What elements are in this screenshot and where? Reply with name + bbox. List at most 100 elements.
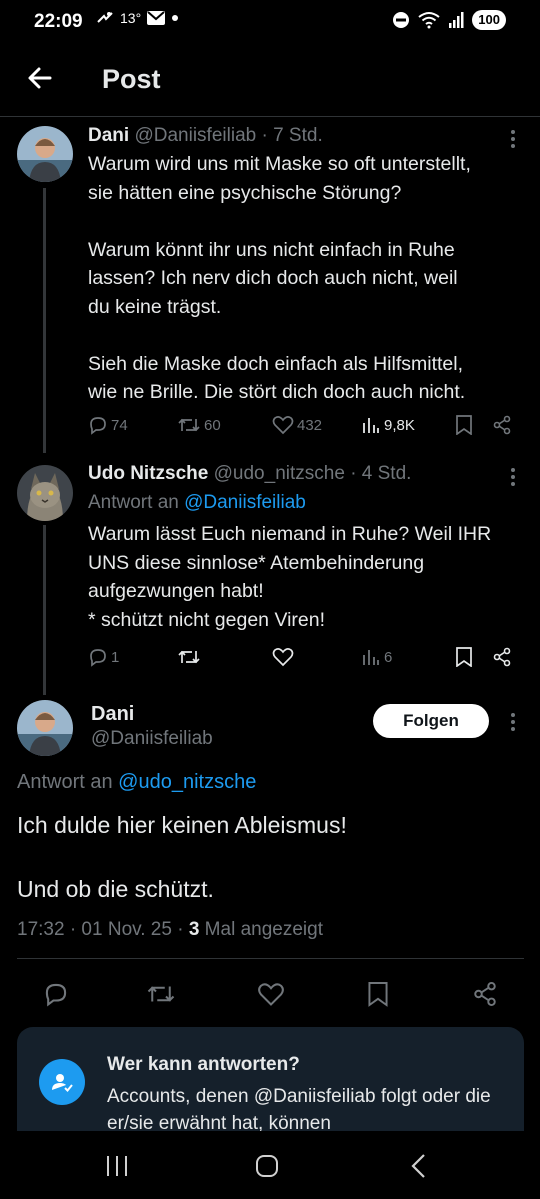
status-left-icons: 13° <box>96 10 179 26</box>
author-name[interactable]: Dani <box>88 125 129 146</box>
mail-icon <box>147 11 166 25</box>
author-handle[interactable]: @Daniisfeiliab <box>91 728 213 750</box>
reply-button[interactable] <box>43 981 69 1012</box>
tweet-line: aufgezwungen habt! <box>88 580 264 602</box>
repost-button[interactable] <box>146 981 176 1012</box>
avatar-image-dani <box>17 126 73 182</box>
who-can-reply-card: Wer kann antworten? Accounts, denen @Dan… <box>17 1027 524 1147</box>
tweet-line: Sieh die Maske doch einfach als Hilfsmit… <box>88 352 464 375</box>
views-button[interactable]: 9,8K <box>361 415 415 435</box>
repost-icon <box>178 650 200 664</box>
tweet-actions: 1 6 <box>0 645 540 671</box>
avatar[interactable] <box>17 700 73 756</box>
view-count: 9,8K <box>384 416 415 434</box>
dot-icon <box>172 15 179 21</box>
share-button[interactable] <box>472 981 498 1012</box>
reply-count: 74 <box>111 416 128 434</box>
bar-chart-icon <box>363 650 379 665</box>
bookmark-icon <box>456 647 472 667</box>
heart-icon <box>258 983 284 1006</box>
home-icon[interactable] <box>255 1154 279 1178</box>
reply-to-link[interactable]: @Daniisfeiliab <box>184 492 306 513</box>
status-right-icons: 100 <box>392 10 506 30</box>
recent-apps-icon[interactable] <box>105 1155 129 1177</box>
tweet-line <box>88 207 528 236</box>
post-datetime: 17:32 · 01 Nov. 25 · <box>17 919 184 940</box>
tweet-actions: 74 60 432 9,8K <box>0 413 540 439</box>
tweet-line: Warum lässt Euch niemand in Ruhe? Weil I… <box>88 523 492 545</box>
temperature-text: 13° <box>120 10 142 26</box>
status-time: 22:09 <box>34 11 83 32</box>
more-vertical-icon <box>511 713 515 731</box>
user-check-icon <box>39 1059 85 1105</box>
more-options-button[interactable] <box>503 127 523 151</box>
repost-button[interactable]: 60 <box>177 415 221 435</box>
author-handle[interactable]: @Daniisfeiliab <box>134 125 256 146</box>
follow-button[interactable]: Folgen <box>373 704 489 738</box>
reply-context: Antwort an @udo_nitzsche <box>17 771 256 794</box>
wifi-icon <box>418 12 440 29</box>
bookmark-icon <box>456 415 472 435</box>
like-button[interactable] <box>257 982 285 1012</box>
reply-icon <box>90 417 106 435</box>
share-button[interactable] <box>492 647 512 667</box>
heart-icon <box>272 416 294 435</box>
post-view-suffix: Mal angezeigt <box>204 919 323 940</box>
avatar-image-udo <box>17 465 73 521</box>
divider <box>17 958 524 959</box>
more-options-button[interactable] <box>503 465 523 489</box>
tweet-line <box>88 321 528 350</box>
bookmark-button[interactable] <box>367 981 389 1012</box>
reply-button[interactable]: 74 <box>88 415 128 435</box>
more-vertical-icon <box>511 468 515 486</box>
avatar[interactable] <box>17 126 73 182</box>
post-meta: 17:32 · 01 Nov. 25 · 3 Mal angezeigt <box>17 919 323 941</box>
author-name[interactable]: Udo Nitzsche <box>88 463 208 484</box>
tweet-line: du keine trägst. <box>88 295 222 318</box>
reply-button[interactable]: 1 <box>88 647 119 667</box>
back-button[interactable] <box>24 62 56 94</box>
tweet-header: Udo Nitzsche @udo_nitzsche · 4 Std. <box>88 463 411 485</box>
tweet-text: Warum wird uns mit Maske so oft unterste… <box>88 150 528 407</box>
author-handle[interactable]: @udo_nitzsche <box>214 463 345 484</box>
card-text: Accounts, denen @Daniisfeiliab folgt ode… <box>107 1086 491 1134</box>
bar-chart-icon <box>363 418 379 433</box>
author-name[interactable]: Dani <box>91 703 134 726</box>
like-count: 432 <box>297 416 323 434</box>
tweet-time: · 7 Std. <box>261 125 323 146</box>
views-button[interactable]: 6 <box>361 647 392 667</box>
bookmark-button[interactable] <box>455 647 473 667</box>
tweet-line: lassen? Ich nerv dich doch auch nicht, w… <box>88 267 458 289</box>
header-divider <box>0 116 540 117</box>
reply-prefix: Antwort an <box>17 771 113 793</box>
bookmark-icon <box>368 982 388 1007</box>
battery-badge: 100 <box>472 10 506 30</box>
tweet-line: wie ne Brille. Die stört dich doch auch … <box>88 381 466 403</box>
tweet-header: Dani @Daniisfeiliab · 7 Std. <box>88 125 323 147</box>
signal-icon <box>449 12 464 28</box>
back-nav-icon[interactable] <box>408 1153 430 1179</box>
tweet-time: · 4 Std. <box>350 463 412 484</box>
post-view-count: 3 <box>188 919 200 940</box>
like-button[interactable] <box>272 647 294 667</box>
share-icon <box>493 647 511 667</box>
share-icon <box>474 981 496 1007</box>
post-text-line: Und ob die schützt. <box>17 876 214 902</box>
repost-count: 60 <box>204 416 221 434</box>
share-button[interactable] <box>492 415 512 435</box>
reply-context: Antwort an @Daniisfeiliab <box>88 492 306 514</box>
repost-icon <box>178 418 200 432</box>
fan-icon <box>97 12 113 23</box>
tweet-line: sie hätten eine psychische Störung? <box>88 181 402 204</box>
tweet-line: Warum könnt ihr uns nicht einfach in Ruh… <box>88 238 455 261</box>
like-button[interactable]: 432 <box>272 415 322 435</box>
system-nav-bar <box>0 1131 540 1199</box>
reply-to-link[interactable]: @udo_nitzsche <box>118 771 256 793</box>
share-icon <box>493 415 511 435</box>
more-options-button[interactable] <box>503 710 523 734</box>
reply-prefix: Antwort an <box>88 492 179 513</box>
repost-button[interactable] <box>177 647 201 667</box>
avatar[interactable] <box>17 465 73 521</box>
bookmark-button[interactable] <box>455 415 473 435</box>
do-not-disturb-icon <box>393 12 410 28</box>
